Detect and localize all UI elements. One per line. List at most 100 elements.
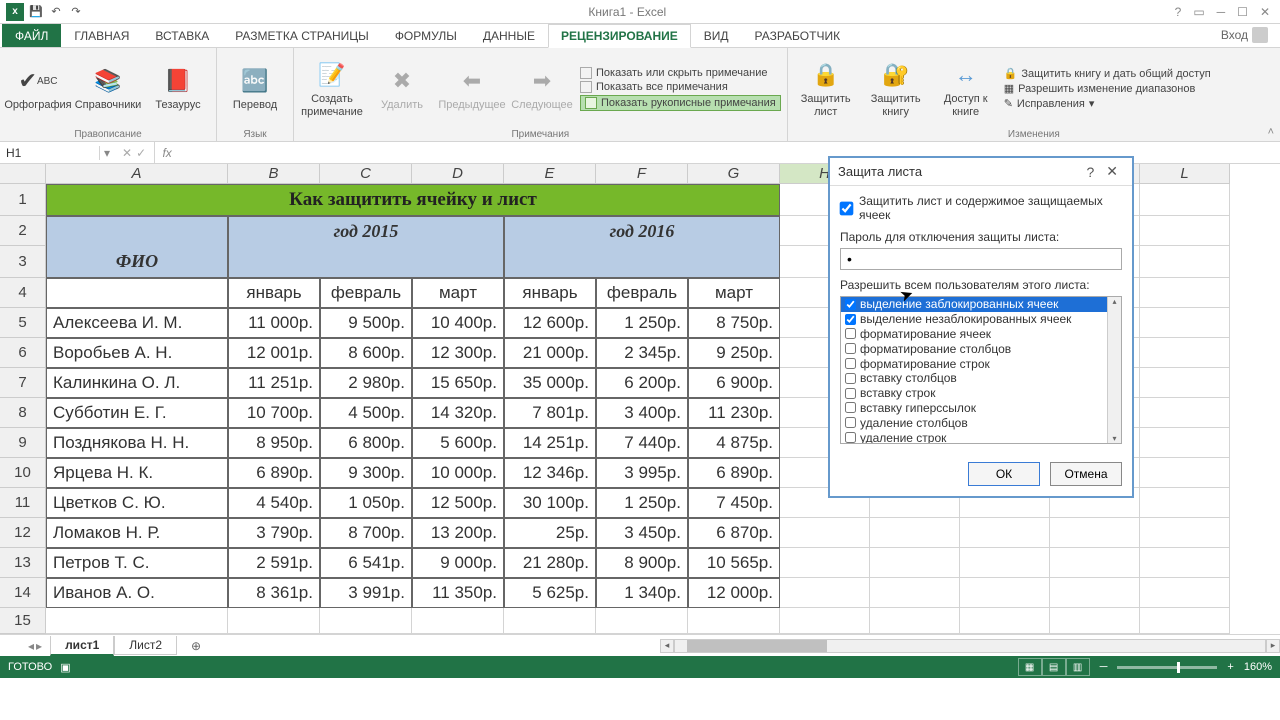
permission-checkbox[interactable]	[845, 417, 856, 428]
cell[interactable]	[870, 518, 960, 548]
cell[interactable]: январь	[504, 278, 596, 308]
close-icon[interactable]: ✕	[1260, 5, 1270, 19]
cell[interactable]	[1140, 608, 1230, 634]
cell[interactable]	[1140, 216, 1230, 246]
dialog-close-icon[interactable]: ✕	[1100, 163, 1124, 180]
cell[interactable]: 4 500р.	[320, 398, 412, 428]
cell[interactable]	[46, 278, 228, 308]
tab-разметка страницы[interactable]: РАЗМЕТКА СТРАНИЦЫ	[222, 24, 382, 47]
row-header[interactable]: 5	[0, 308, 46, 338]
zoom-out-icon[interactable]: ─	[1100, 661, 1108, 673]
cell[interactable]: 6 890р.	[688, 458, 780, 488]
cell[interactable]: 2 591р.	[228, 548, 320, 578]
dialog-titlebar[interactable]: Защита листа ? ✕	[830, 158, 1132, 186]
ok-button[interactable]: ОК	[968, 462, 1040, 486]
sheet-tab-1[interactable]: лист1	[50, 636, 114, 656]
cell[interactable]	[1140, 278, 1230, 308]
cell[interactable]: 13 200р.	[412, 518, 504, 548]
cell[interactable]	[1140, 338, 1230, 368]
page-layout-view-icon[interactable]: ▤	[1042, 658, 1066, 676]
permission-checkbox[interactable]	[845, 388, 856, 399]
zoom-value[interactable]: 160%	[1244, 661, 1272, 673]
cell[interactable]	[780, 578, 870, 608]
cell[interactable]: 1 250р.	[596, 488, 688, 518]
cell[interactable]	[228, 608, 320, 634]
tab-формулы[interactable]: ФОРМУЛЫ	[382, 24, 470, 47]
macro-record-icon[interactable]: ▣	[60, 661, 70, 674]
cell[interactable]	[960, 608, 1050, 634]
new-comment-button[interactable]: 📝Создать примечание	[300, 50, 364, 127]
cell[interactable]	[596, 608, 688, 634]
cell[interactable]	[320, 608, 412, 634]
cell[interactable]: 11 251р.	[228, 368, 320, 398]
cell[interactable]: 12 346р.	[504, 458, 596, 488]
permission-item[interactable]: выделение незаблокированных ячеек	[841, 312, 1121, 327]
cell[interactable]	[960, 548, 1050, 578]
row-header[interactable]: 3	[0, 246, 46, 278]
permission-item[interactable]: форматирование строк	[841, 356, 1121, 371]
cell[interactable]	[780, 518, 870, 548]
cell[interactable]	[228, 246, 504, 278]
minimize-icon[interactable]: ─	[1217, 5, 1226, 19]
cell[interactable]: 12 000р.	[688, 578, 780, 608]
permission-checkbox[interactable]	[845, 314, 856, 325]
cell[interactable]: 6 870р.	[688, 518, 780, 548]
cell[interactable]: 10 700р.	[228, 398, 320, 428]
page-break-view-icon[interactable]: ▥	[1066, 658, 1090, 676]
permission-item[interactable]: удаление столбцов	[841, 415, 1121, 430]
cell[interactable]: 1 050р.	[320, 488, 412, 518]
cell[interactable]	[870, 578, 960, 608]
cell[interactable]: Как защитить ячейку и лист	[46, 184, 780, 216]
cell[interactable]: 5 625р.	[504, 578, 596, 608]
row-header[interactable]: 13	[0, 548, 46, 578]
permission-checkbox[interactable]	[845, 343, 856, 354]
protect-sheet-button[interactable]: 🔒Защитить лист	[794, 50, 858, 127]
cell[interactable]: Иванов А. О.	[46, 578, 228, 608]
cell[interactable]	[1140, 458, 1230, 488]
cancel-formula-icon[interactable]: ✕	[122, 146, 132, 160]
undo-icon[interactable]: ↶	[48, 4, 64, 20]
cell[interactable]: 9 000р.	[412, 548, 504, 578]
cell[interactable]: 2 980р.	[320, 368, 412, 398]
list-scrollbar[interactable]: ▴▾	[1107, 297, 1121, 443]
cell[interactable]	[1140, 246, 1230, 278]
tab-вставка[interactable]: ВСТАВКА	[142, 24, 222, 47]
cell[interactable]: 6 200р.	[596, 368, 688, 398]
tab-рецензирование[interactable]: РЕЦЕНЗИРОВАНИЕ	[548, 24, 691, 48]
help-icon[interactable]: ?	[1175, 5, 1182, 19]
column-header[interactable]: D	[412, 164, 504, 184]
column-header[interactable]: E	[504, 164, 596, 184]
toggle-show-ink[interactable]: Показать рукописные примечания	[580, 95, 781, 111]
cell[interactable]: 11 000р.	[228, 308, 320, 338]
tab-вид[interactable]: ВИД	[691, 24, 742, 47]
cell[interactable]: 3 995р.	[596, 458, 688, 488]
cell[interactable]: 3 450р.	[596, 518, 688, 548]
permission-item[interactable]: удаление строк	[841, 430, 1121, 444]
cell[interactable]: март	[412, 278, 504, 308]
cell[interactable]	[1140, 518, 1230, 548]
cell[interactable]	[1050, 548, 1140, 578]
cell[interactable]: 8 900р.	[596, 548, 688, 578]
cell[interactable]: 8 950р.	[228, 428, 320, 458]
ribbon-display-icon[interactable]: ▭	[1193, 5, 1204, 19]
dialog-help-icon[interactable]: ?	[1080, 164, 1100, 180]
row-header[interactable]: 9	[0, 428, 46, 458]
cell[interactable]	[1050, 578, 1140, 608]
cell[interactable]: 7 450р.	[688, 488, 780, 518]
cell[interactable]: 35 000р.	[504, 368, 596, 398]
protect-contents-checkbox[interactable]: Защитить лист и содержимое защищаемых яч…	[840, 194, 1122, 222]
column-header[interactable]: B	[228, 164, 320, 184]
row-header[interactable]: 1	[0, 184, 46, 216]
cell[interactable]	[46, 608, 228, 634]
cell[interactable]: 12 500р.	[412, 488, 504, 518]
zoom-in-icon[interactable]: +	[1227, 661, 1233, 673]
permission-checkbox[interactable]	[845, 402, 856, 413]
cell[interactable]: Цветков С. Ю.	[46, 488, 228, 518]
cell[interactable]: 10 565р.	[688, 548, 780, 578]
redo-icon[interactable]: ↷	[68, 4, 84, 20]
column-header[interactable]: A	[46, 164, 228, 184]
tab-данные[interactable]: ДАННЫЕ	[470, 24, 548, 47]
cell[interactable]: 12 300р.	[412, 338, 504, 368]
cell[interactable]	[1140, 308, 1230, 338]
cell[interactable]: Ломаков Н. Р.	[46, 518, 228, 548]
